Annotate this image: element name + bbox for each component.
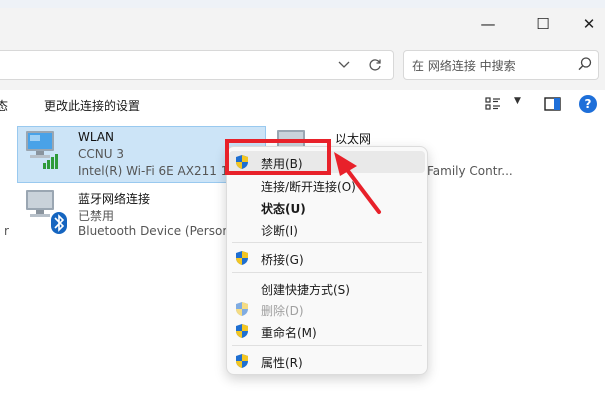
wlan-device: Intel(R) Wi-Fi 6E AX211 16: [78, 164, 226, 178]
menu-item-bridge-label: 桥接(G): [261, 253, 304, 267]
menu-separator: [232, 242, 422, 243]
menu-item-status-label: 状态(U): [261, 202, 306, 216]
menu-item-rename[interactable]: [229, 320, 425, 342]
menu-separator: [232, 345, 422, 346]
bluetooth-device: Bluetooth Device (Persona: [78, 224, 228, 238]
wlan-name: WLAN: [78, 130, 115, 144]
uac-shield-icon: [235, 250, 249, 266]
menu-item-properties[interactable]: [229, 350, 425, 372]
left-cut-text: r: [4, 224, 9, 238]
uac-shield-icon: [235, 353, 249, 369]
menu-item-properties-label: 属性(R): [261, 356, 303, 370]
minimize-button[interactable]: —: [465, 8, 511, 40]
uac-shield-icon: [235, 301, 249, 317]
search-icon[interactable]: [576, 55, 594, 73]
close-button[interactable]: ✕: [566, 8, 605, 40]
menu-item-create-shortcut-label: 创建快捷方式(S): [261, 283, 350, 297]
ethernet-device: Family Contr...: [427, 164, 513, 178]
help-icon[interactable]: ?: [579, 95, 597, 113]
preview-pane-icon[interactable]: [543, 96, 563, 112]
bluetooth-status: 已禁用: [78, 209, 115, 223]
view-dropdown-icon[interactable]: ▼: [514, 96, 521, 106]
menu-item-bridge[interactable]: [229, 247, 425, 269]
menu-item-connect-disconnect-label: 连接/断开连接(O): [261, 180, 356, 194]
refresh-icon[interactable]: [364, 54, 386, 76]
menu-item-rename-label: 重命名(M): [261, 326, 317, 340]
menu-item-delete-label: 删除(D): [261, 304, 304, 318]
search-placeholder: 在 网络连接 中搜索: [412, 59, 516, 73]
bluetooth-name: 蓝牙网络连接: [78, 192, 151, 206]
title-bar: [0, 8, 605, 40]
menu-item-diagnose-label: 诊断(I): [261, 224, 298, 238]
menu-item-delete: [229, 298, 425, 320]
ethernet-name: 以太网: [335, 132, 372, 146]
chevron-down-icon[interactable]: [333, 54, 355, 76]
view-options-icon[interactable]: [484, 96, 504, 112]
command-partial-label[interactable]: 态: [0, 97, 8, 114]
menu-separator: [232, 272, 422, 273]
window-top-edge: [0, 0, 605, 8]
annotation-highlight-box: [225, 139, 331, 175]
wlan-adapter-icon: [23, 129, 59, 169]
menu-item-diagnose[interactable]: [229, 218, 425, 240]
uac-shield-icon: [235, 323, 249, 339]
change-settings-button[interactable]: 更改此连接的设置: [44, 97, 140, 114]
bluetooth-adapter-icon: [23, 188, 67, 234]
menu-item-status[interactable]: [229, 196, 425, 218]
wlan-network: CCNU 3: [78, 147, 124, 161]
maximize-button[interactable]: ☐: [520, 8, 566, 40]
